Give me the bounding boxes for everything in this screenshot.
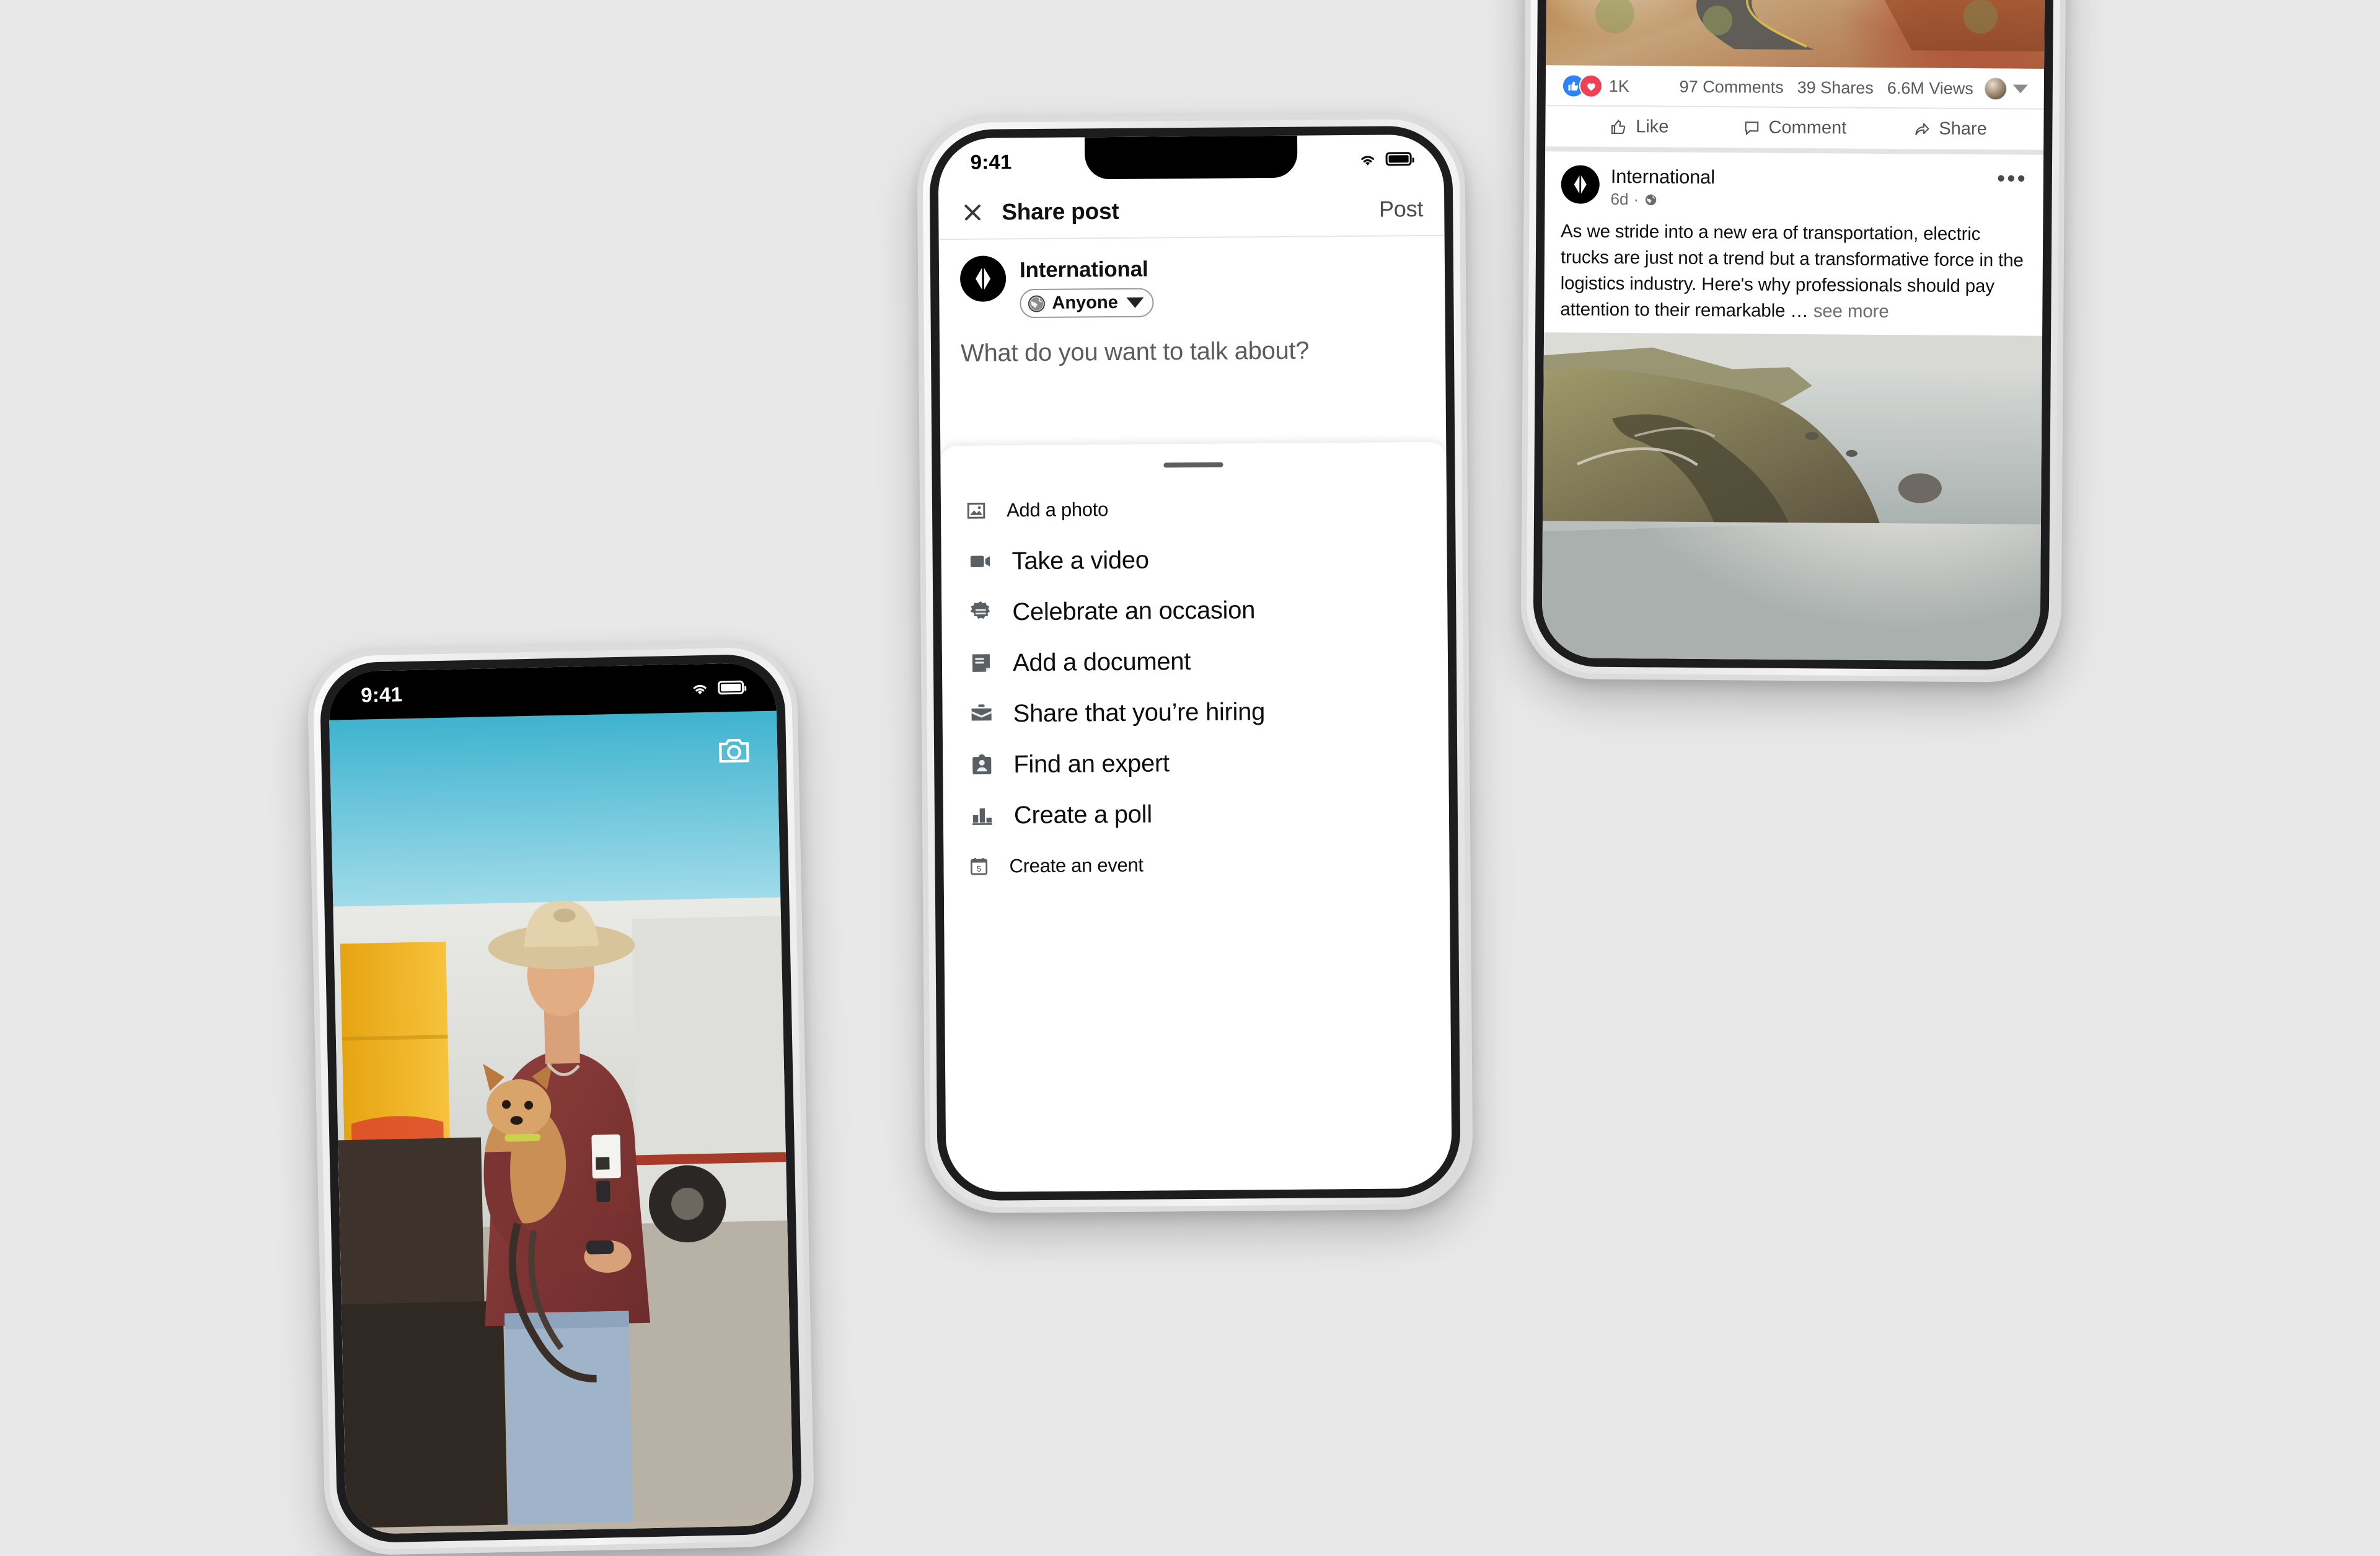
globe-icon [1645, 194, 1656, 205]
view-count[interactable]: 6.6M Views [1887, 79, 1973, 99]
phone-device-feed: 1K 97 Comments 39 Shares 6.6M Views Like [1520, 0, 2067, 683]
post-body-text: As we stride into a new era of transport… [1544, 208, 2043, 325]
coast-photo [1542, 347, 2042, 524]
camera-icon[interactable] [716, 735, 752, 765]
post-ellipsis: … [1790, 300, 1814, 321]
composer-author-meta: International Anyone [1020, 255, 1154, 319]
thumbs-up-outline-icon [1611, 119, 1625, 134]
share-button[interactable]: Share [1872, 118, 2028, 140]
composer-header: Share post Post [938, 182, 1445, 241]
sheet-item-create-event[interactable]: 5 Create an event [943, 838, 1450, 892]
sheet-item-label: Take a video [1011, 546, 1149, 575]
share-options-list: Add a photo Take a video Celebrate an oc… [941, 482, 1450, 892]
international-logo-icon[interactable] [959, 255, 1007, 302]
sheet-item-label: Find an expert [1013, 749, 1170, 778]
post-button[interactable]: Post [1379, 196, 1424, 223]
phone-screen-photo: 9:41 [328, 662, 794, 1535]
phone-screen-feed: 1K 97 Comments 39 Shares 6.6M Views Like [1541, 0, 2046, 661]
photo-man-with-dog [329, 710, 794, 1529]
post-media-road-photo[interactable] [1546, 0, 2046, 69]
post-author-name[interactable]: International [1611, 166, 1715, 188]
road-photo [1595, 0, 2045, 51]
author-name: International [1019, 257, 1148, 283]
post-stats-row[interactable]: 1K 97 Comments 39 Shares 6.6M Views [1545, 65, 2045, 110]
share-arrow-icon [1915, 123, 1929, 135]
video-icon [963, 549, 998, 573]
comment-count[interactable]: 97 Comments [1680, 77, 1784, 97]
battery-icon [1385, 152, 1412, 166]
device-notch [1084, 135, 1298, 180]
wifi-icon [693, 684, 707, 695]
status-time: 9:41 [970, 150, 1012, 174]
phone-device-photo: 9:41 [306, 640, 816, 1556]
camera-preview-photo[interactable] [329, 710, 794, 1535]
logo-glyph [976, 266, 991, 292]
briefcase-icon [963, 701, 999, 726]
status-time: 9:41 [360, 683, 403, 707]
drag-handle-icon[interactable] [1163, 462, 1223, 468]
composer-author-row: International Anyone [939, 236, 1445, 319]
status-indicators [1358, 151, 1412, 167]
logo-glyph [1574, 174, 1587, 195]
globe-icon [1028, 294, 1045, 312]
status-indicators [690, 680, 744, 696]
audience-selector[interactable]: Anyone [1020, 288, 1154, 319]
feed-scroll-view[interactable]: 1K 97 Comments 39 Shares 6.6M Views Like [1541, 0, 2046, 661]
international-logo-icon[interactable] [1561, 165, 1600, 204]
close-icon[interactable] [959, 200, 985, 226]
overflow-menu-icon[interactable]: ••• [1997, 166, 2027, 192]
post-age: 6d [1610, 189, 1629, 209]
post-action-bar: Like Comment Share [1545, 106, 2044, 155]
document-icon [963, 650, 999, 675]
chevron-down-icon[interactable] [2012, 84, 2028, 94]
audience-label: Anyone [1052, 292, 1118, 313]
celebrate-icon [963, 599, 998, 624]
post-meta: 6d · [1610, 190, 1714, 210]
sheet-item-add-photo[interactable]: Add a photo [941, 482, 1447, 536]
battery-icon [717, 680, 744, 695]
status-bar: 9:41 [328, 662, 777, 720]
comment-button[interactable]: Comment [1717, 117, 1872, 139]
sheet-item-take-video[interactable]: Take a video [941, 533, 1447, 587]
comment-bubble-icon [1745, 121, 1759, 135]
poll-bars-icon [964, 803, 1000, 828]
sheet-item-celebrate[interactable]: Celebrate an occasion [941, 583, 1448, 638]
like-button[interactable]: Like [1561, 116, 1717, 138]
post-author-block: International 6d · [1610, 166, 1715, 210]
share-options-sheet: Add a photo Take a video Celebrate an oc… [940, 441, 1452, 1193]
meta-separator: · [1633, 190, 1639, 209]
sheet-item-label: Share that you’re hiring [1013, 697, 1266, 727]
sheet-item-label: Create a poll [1013, 800, 1152, 829]
phone-device-composer: 9:41 Share post Post International Anyon… [917, 113, 1473, 1214]
svg-text:5: 5 [977, 864, 981, 873]
sheet-item-label: Add a document [1012, 647, 1191, 676]
see-more-link[interactable]: see more [1814, 301, 1889, 322]
viewer-avatar [1984, 77, 2007, 100]
mockup-stage: 1K 97 Comments 39 Shares 6.6M Views Like [0, 0, 2380, 1556]
sheet-item-label: Celebrate an occasion [1012, 596, 1256, 625]
reaction-count: 1K [1608, 76, 1629, 95]
comment-label: Comment [1768, 117, 1847, 138]
share-count[interactable]: 39 Shares [1797, 78, 1874, 98]
calendar-icon: 5 [964, 856, 993, 877]
post-media-coast-photo[interactable] [1541, 332, 2043, 661]
heart-reaction-icon [1579, 74, 1603, 98]
composer-text-input[interactable]: What do you want to talk about? [940, 315, 1446, 368]
phone-screen-composer: 9:41 Share post Post International Anyon… [938, 134, 1452, 1193]
sheet-item-find-expert[interactable]: Find an expert [943, 736, 1449, 790]
chevron-down-icon [1126, 297, 1144, 308]
sheet-item-add-document[interactable]: Add a document [942, 634, 1448, 689]
post-header: International 6d · ••• [1545, 151, 2043, 212]
photo-icon [962, 500, 990, 521]
sheet-item-label: Create an event [1009, 854, 1144, 877]
wifi-icon [1361, 156, 1375, 166]
share-label: Share [1939, 118, 1987, 139]
reaction-group[interactable]: 1K [1561, 74, 1629, 98]
expert-badge-icon [964, 752, 1000, 777]
like-label: Like [1636, 117, 1669, 137]
sheet-item-label: Add a photo [1006, 498, 1109, 521]
sheet-item-create-poll[interactable]: Create a poll [943, 787, 1450, 841]
page-title: Share post [1002, 198, 1119, 225]
sheet-item-share-hiring[interactable]: Share that you’re hiring [942, 685, 1448, 740]
